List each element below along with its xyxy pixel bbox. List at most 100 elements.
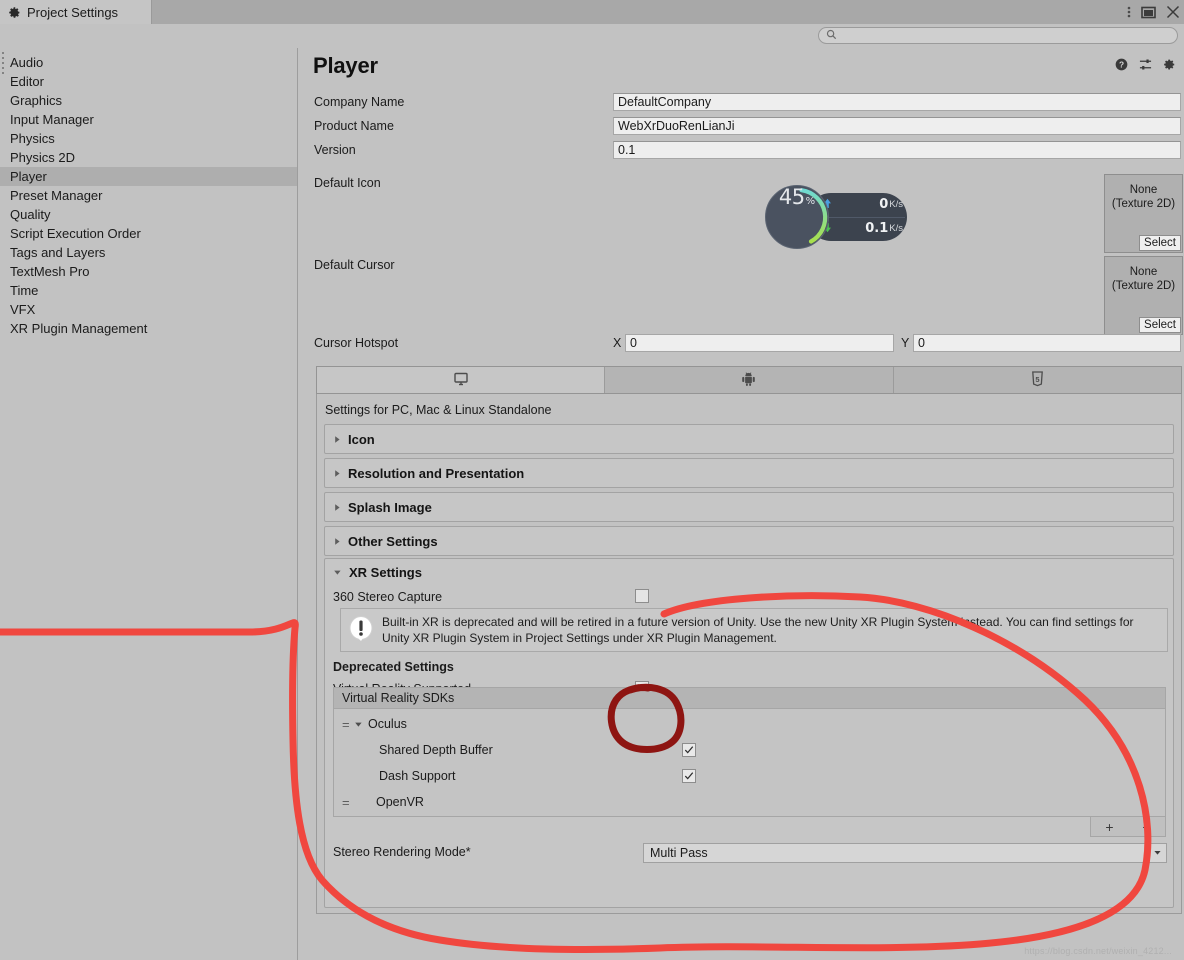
product-name-input[interactable] <box>613 117 1181 135</box>
stereo-rendering-mode-label: Stereo Rendering Mode* <box>333 845 471 859</box>
platform-tab-strip: 5 <box>316 366 1182 394</box>
chevron-down-icon <box>1153 846 1162 860</box>
cursor-hotspot-label: Cursor Hotspot <box>314 334 398 353</box>
sidebar-item-quality[interactable]: Quality <box>0 205 297 224</box>
warning-icon <box>348 615 374 648</box>
foldout-resolution-and-presentation[interactable]: Resolution and Presentation <box>324 458 1174 488</box>
hotspot-x-input[interactable] <box>625 334 894 352</box>
xr-settings-label: XR Settings <box>349 565 422 580</box>
company-name-input[interactable] <box>613 93 1181 111</box>
android-icon <box>741 371 756 390</box>
stereo-capture-label: 360 Stereo Capture <box>333 590 442 604</box>
hotspot-y-label: Y <box>901 334 909 353</box>
field-default-icon: Default Icon None (Texture 2D) Select <box>299 174 1184 254</box>
chevron-right-icon <box>333 537 342 546</box>
sdk-name: Oculus <box>368 717 407 731</box>
dash-support-checkbox[interactable] <box>682 769 696 783</box>
deprecated-settings-header: Deprecated Settings <box>333 660 454 674</box>
foldout-icon[interactable]: Icon <box>324 424 1174 454</box>
chevron-right-icon <box>333 503 342 512</box>
pane-header-icons: ? <box>1115 58 1176 74</box>
sidebar-item-editor[interactable]: Editor <box>0 72 297 91</box>
sdk-name: OpenVR <box>376 795 424 809</box>
vr-sdk-list-buttons: + − <box>1090 817 1166 837</box>
company-name-label: Company Name <box>314 93 404 112</box>
stereo-capture-checkbox[interactable] <box>635 589 649 603</box>
tab-label: Project Settings <box>27 5 118 20</box>
default-icon-select-button[interactable]: Select <box>1139 235 1181 251</box>
preset-icon[interactable] <box>1139 58 1152 74</box>
drag-grip-icon[interactable] <box>2 52 6 74</box>
kebab-menu-icon[interactable] <box>1127 4 1131 20</box>
tab-project-settings[interactable]: Project Settings <box>0 0 152 24</box>
search-box[interactable] <box>818 27 1178 44</box>
tab-android[interactable] <box>605 367 893 393</box>
webgl-icon: 5 <box>1031 371 1044 390</box>
sidebar-item-player[interactable]: Player <box>0 167 297 186</box>
xr-settings-header[interactable]: XR Settings <box>333 565 422 580</box>
field-product-name: Product Name <box>299 117 1184 136</box>
sidebar-item-tags-and-layers[interactable]: Tags and Layers <box>0 243 297 262</box>
default-icon-picker[interactable]: None (Texture 2D) Select <box>1104 174 1183 253</box>
sidebar-item-script-execution-order[interactable]: Script Execution Order <box>0 224 297 243</box>
window-titlebar: Project Settings <box>0 0 1184 24</box>
sdk-row-openvr[interactable]: = OpenVR <box>334 789 1167 815</box>
search-input[interactable] <box>841 29 1175 43</box>
sidebar-item-graphics[interactable]: Graphics <box>0 91 297 110</box>
gear-icon[interactable] <box>1163 58 1176 74</box>
tab-webgl[interactable]: 5 <box>894 367 1181 393</box>
version-label: Version <box>314 141 356 160</box>
foldout-label: Resolution and Presentation <box>348 466 524 481</box>
stereo-rendering-mode-dropdown[interactable]: Multi Pass <box>643 843 1167 863</box>
platform-settings-panel: Settings for PC, Mac & Linux Standalone … <box>316 394 1182 914</box>
vr-sdk-list: = Oculus Shared Depth Buffer Dash Suppor… <box>333 709 1166 817</box>
sidebar-item-time[interactable]: Time <box>0 281 297 300</box>
reorder-grip-icon[interactable]: = <box>342 718 354 731</box>
add-sdk-button[interactable]: + <box>1105 820 1113 834</box>
foldout-label: Icon <box>348 432 375 447</box>
default-cursor-select-button[interactable]: Select <box>1139 317 1181 333</box>
sidebar-item-vfx[interactable]: VFX <box>0 300 297 319</box>
sidebar-item-preset-manager[interactable]: Preset Manager <box>0 186 297 205</box>
default-icon-label: Default Icon <box>314 174 381 193</box>
sidebar-item-xr-plugin-management[interactable]: XR Plugin Management <box>0 319 297 338</box>
field-company-name: Company Name <box>299 93 1184 112</box>
reorder-grip-icon[interactable]: = <box>342 796 354 809</box>
help-icon[interactable]: ? <box>1115 58 1128 74</box>
version-input[interactable] <box>613 141 1181 159</box>
sdk-child-label: Shared Depth Buffer <box>379 743 493 757</box>
xr-deprecation-warning: Built-in XR is deprecated and will be re… <box>340 608 1168 652</box>
monitor-icon <box>453 371 469 390</box>
vr-sdk-list-header: Virtual Reality SDKs <box>333 687 1166 709</box>
shared-depth-buffer-checkbox[interactable] <box>682 743 696 757</box>
default-cursor-picker[interactable]: None (Texture 2D) Select <box>1104 256 1183 335</box>
player-settings-pane: Player ? Company Name Product Name Versi… <box>299 48 1184 960</box>
foldout-xr-settings: XR Settings 360 Stereo Capture Built-in … <box>324 558 1174 908</box>
sidebar-item-physics[interactable]: Physics <box>0 129 297 148</box>
hotspot-x-label: X <box>613 334 621 353</box>
default-icon-type: (Texture 2D) <box>1112 197 1175 211</box>
hotspot-y-input[interactable] <box>913 334 1181 352</box>
close-icon[interactable] <box>1166 5 1180 19</box>
field-version: Version <box>299 141 1184 160</box>
foldout-label: Other Settings <box>348 534 438 549</box>
sdk-row-oculus[interactable]: = Oculus <box>334 711 1167 737</box>
sdk-child-shared-depth-buffer: Shared Depth Buffer <box>334 737 1167 763</box>
remove-sdk-button[interactable]: − <box>1142 820 1150 834</box>
tab-standalone[interactable] <box>317 367 605 393</box>
foldout-other-settings[interactable]: Other Settings <box>324 526 1174 556</box>
chevron-down-icon[interactable] <box>354 720 363 729</box>
sidebar-item-physics-2d[interactable]: Physics 2D <box>0 148 297 167</box>
sdk-child-label: Dash Support <box>379 769 455 783</box>
default-cursor-label: Default Cursor <box>314 256 395 275</box>
sidebar-item-textmesh-pro[interactable]: TextMesh Pro <box>0 262 297 281</box>
settings-sidebar: AudioEditorGraphicsInput ManagerPhysicsP… <box>0 48 298 960</box>
default-cursor-type: (Texture 2D) <box>1112 279 1175 293</box>
foldout-splash-image[interactable]: Splash Image <box>324 492 1174 522</box>
maximize-icon[interactable] <box>1141 6 1156 19</box>
window-controls <box>1127 0 1180 24</box>
sidebar-item-input-manager[interactable]: Input Manager <box>0 110 297 129</box>
sidebar-item-audio[interactable]: Audio <box>0 53 297 72</box>
product-name-label: Product Name <box>314 117 394 136</box>
field-cursor-hotspot: Cursor Hotspot X Y <box>299 334 1184 353</box>
